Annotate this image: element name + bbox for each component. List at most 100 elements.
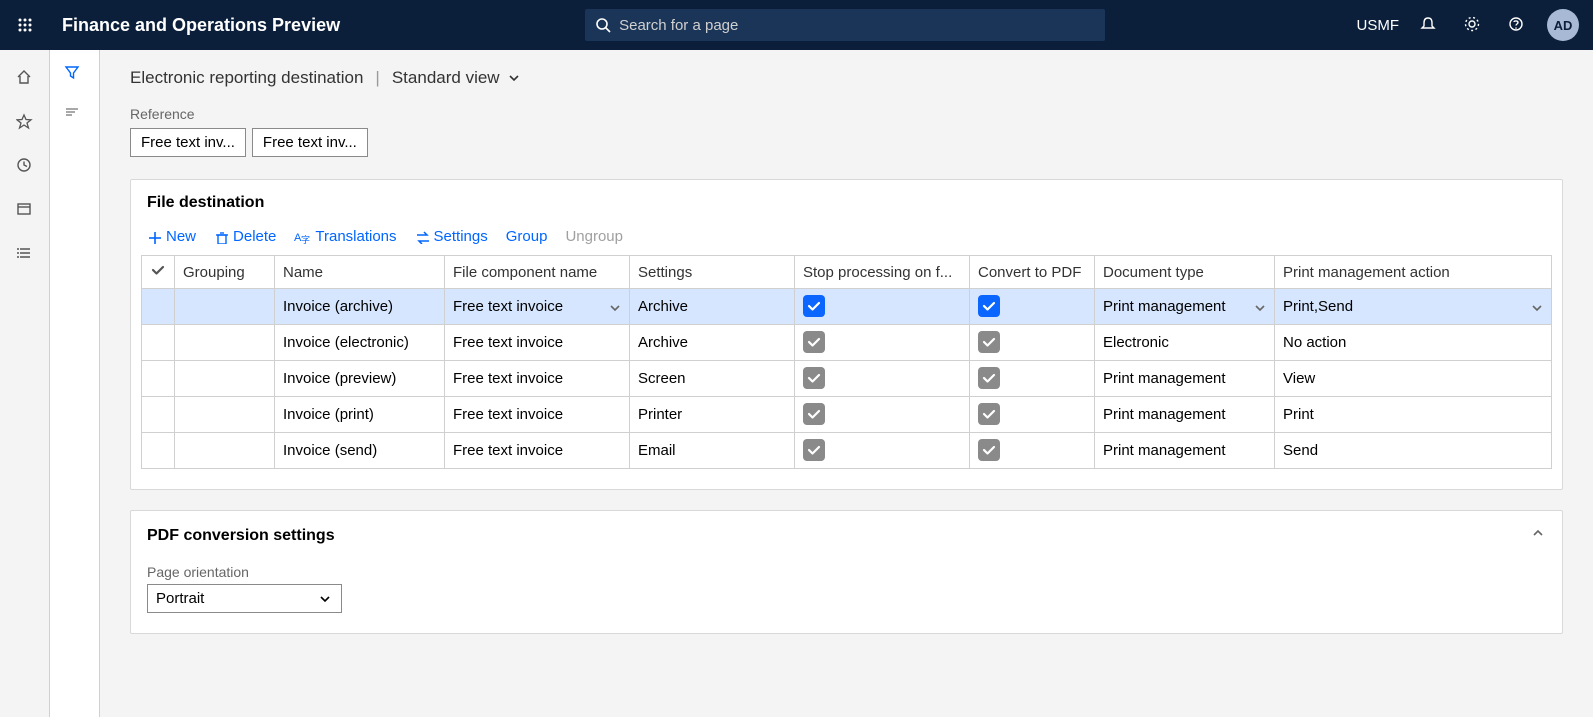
cell-grouping[interactable] (175, 433, 275, 469)
grid-delete-button[interactable]: Delete (214, 228, 276, 245)
checkbox-stop[interactable] (803, 331, 825, 353)
table-row[interactable]: Invoice (archive)Free text invoiceArchiv… (142, 289, 1552, 325)
cell-grouping[interactable] (175, 289, 275, 325)
collapse-icon[interactable] (1530, 525, 1546, 546)
cell-file-component[interactable]: Free text invoice (445, 397, 630, 433)
row-selector[interactable] (142, 397, 175, 433)
table-row[interactable]: Invoice (preview)Free text invoiceScreen… (142, 361, 1552, 397)
reference-pill[interactable]: Free text inv... (130, 128, 246, 157)
cell-file-component[interactable]: Free text invoice (445, 361, 630, 397)
checkbox-convert[interactable] (978, 367, 1000, 389)
checkbox-convert[interactable] (978, 439, 1000, 461)
cell-settings[interactable]: Archive (630, 325, 795, 361)
module-icon[interactable] (13, 198, 37, 222)
cell-settings[interactable]: Archive (630, 289, 795, 325)
checkbox-stop[interactable] (803, 439, 825, 461)
cell-file-component[interactable]: Free text invoice (445, 289, 630, 325)
col-convert[interactable]: Convert to PDF (970, 256, 1095, 289)
select-all-header[interactable] (142, 256, 175, 289)
cell-doctype[interactable]: Print management (1095, 433, 1275, 469)
search-input[interactable]: Search for a page (585, 9, 1105, 41)
avatar[interactable]: AD (1547, 9, 1579, 41)
col-settings[interactable]: Settings (630, 256, 795, 289)
chevron-down-icon (506, 70, 522, 86)
app-launcher-icon[interactable] (0, 17, 50, 33)
file-destination-card: File destination New Delete Translations… (130, 179, 1563, 490)
grid-new-button[interactable]: New (147, 228, 196, 245)
bell-icon[interactable] (1415, 11, 1443, 39)
clock-icon[interactable] (13, 154, 37, 178)
cell-file-component[interactable]: Free text invoice (445, 433, 630, 469)
cell-grouping[interactable] (175, 397, 275, 433)
page-orientation-select[interactable]: Portrait (147, 584, 342, 613)
related-info-icon[interactable] (64, 104, 86, 126)
cell-pma[interactable]: Send (1275, 433, 1552, 469)
cell-name[interactable]: Invoice (preview) (275, 361, 445, 397)
pdf-settings-title: PDF conversion settings (147, 527, 335, 545)
content-area: Electronic reporting destination | Stand… (100, 50, 1593, 717)
view-selector[interactable]: Standard view (392, 68, 522, 88)
cell-convert[interactable] (970, 433, 1095, 469)
cell-pma[interactable]: Print (1275, 397, 1552, 433)
col-name[interactable]: Name (275, 256, 445, 289)
cell-pma[interactable]: Print,Send (1275, 289, 1552, 325)
reference-pill[interactable]: Free text inv... (252, 128, 368, 157)
cell-settings[interactable]: Email (630, 433, 795, 469)
star-icon[interactable] (13, 110, 37, 134)
filter-icon[interactable] (64, 64, 86, 86)
cell-doctype[interactable]: Print management (1095, 397, 1275, 433)
cell-file-component[interactable]: Free text invoice (445, 325, 630, 361)
cell-name[interactable]: Invoice (electronic) (275, 325, 445, 361)
legal-entity[interactable]: USMF (1357, 17, 1400, 34)
cell-settings[interactable]: Screen (630, 361, 795, 397)
col-doctype[interactable]: Document type (1095, 256, 1275, 289)
cell-convert[interactable] (970, 289, 1095, 325)
cell-stop[interactable] (795, 289, 970, 325)
cell-grouping[interactable] (175, 361, 275, 397)
home-icon[interactable] (13, 66, 37, 90)
grid-settings-button[interactable]: Settings (415, 228, 488, 245)
cell-convert[interactable] (970, 361, 1095, 397)
gear-icon[interactable] (1459, 11, 1487, 39)
help-icon[interactable] (1503, 11, 1531, 39)
cell-name[interactable]: Invoice (print) (275, 397, 445, 433)
checkbox-stop[interactable] (803, 295, 825, 317)
cell-doctype[interactable]: Print management (1095, 361, 1275, 397)
search-placeholder: Search for a page (619, 17, 738, 34)
cell-convert[interactable] (970, 397, 1095, 433)
col-file-component[interactable]: File component name (445, 256, 630, 289)
checkbox-convert[interactable] (978, 403, 1000, 425)
cell-name[interactable]: Invoice (send) (275, 433, 445, 469)
checkbox-convert[interactable] (978, 331, 1000, 353)
cell-pma[interactable]: View (1275, 361, 1552, 397)
cell-convert[interactable] (970, 325, 1095, 361)
cell-stop[interactable] (795, 325, 970, 361)
cell-doctype[interactable]: Electronic (1095, 325, 1275, 361)
row-selector[interactable] (142, 325, 175, 361)
col-grouping[interactable]: Grouping (175, 256, 275, 289)
grid-translations-button[interactable]: Translations (294, 228, 396, 245)
table-row[interactable]: Invoice (print)Free text invoicePrinter P… (142, 397, 1552, 433)
cell-grouping[interactable] (175, 325, 275, 361)
checkbox-convert[interactable] (978, 295, 1000, 317)
row-selector[interactable] (142, 433, 175, 469)
reference-pills: Free text inv...Free text inv... (130, 128, 1563, 157)
table-row[interactable]: Invoice (electronic)Free text invoiceArc… (142, 325, 1552, 361)
cell-stop[interactable] (795, 361, 970, 397)
checkbox-stop[interactable] (803, 403, 825, 425)
cell-pma[interactable]: No action (1275, 325, 1552, 361)
cell-name[interactable]: Invoice (archive) (275, 289, 445, 325)
left-nav (0, 50, 50, 717)
grid-group-button[interactable]: Group (506, 228, 548, 245)
table-row[interactable]: Invoice (send)Free text invoiceEmail Prin… (142, 433, 1552, 469)
cell-stop[interactable] (795, 397, 970, 433)
col-pma[interactable]: Print management action (1275, 256, 1552, 289)
col-stop[interactable]: Stop processing on f... (795, 256, 970, 289)
cell-stop[interactable] (795, 433, 970, 469)
row-selector[interactable] (142, 361, 175, 397)
checkbox-stop[interactable] (803, 367, 825, 389)
cell-settings[interactable]: Printer (630, 397, 795, 433)
row-selector[interactable] (142, 289, 175, 325)
list-icon[interactable] (13, 242, 37, 266)
cell-doctype[interactable]: Print management (1095, 289, 1275, 325)
